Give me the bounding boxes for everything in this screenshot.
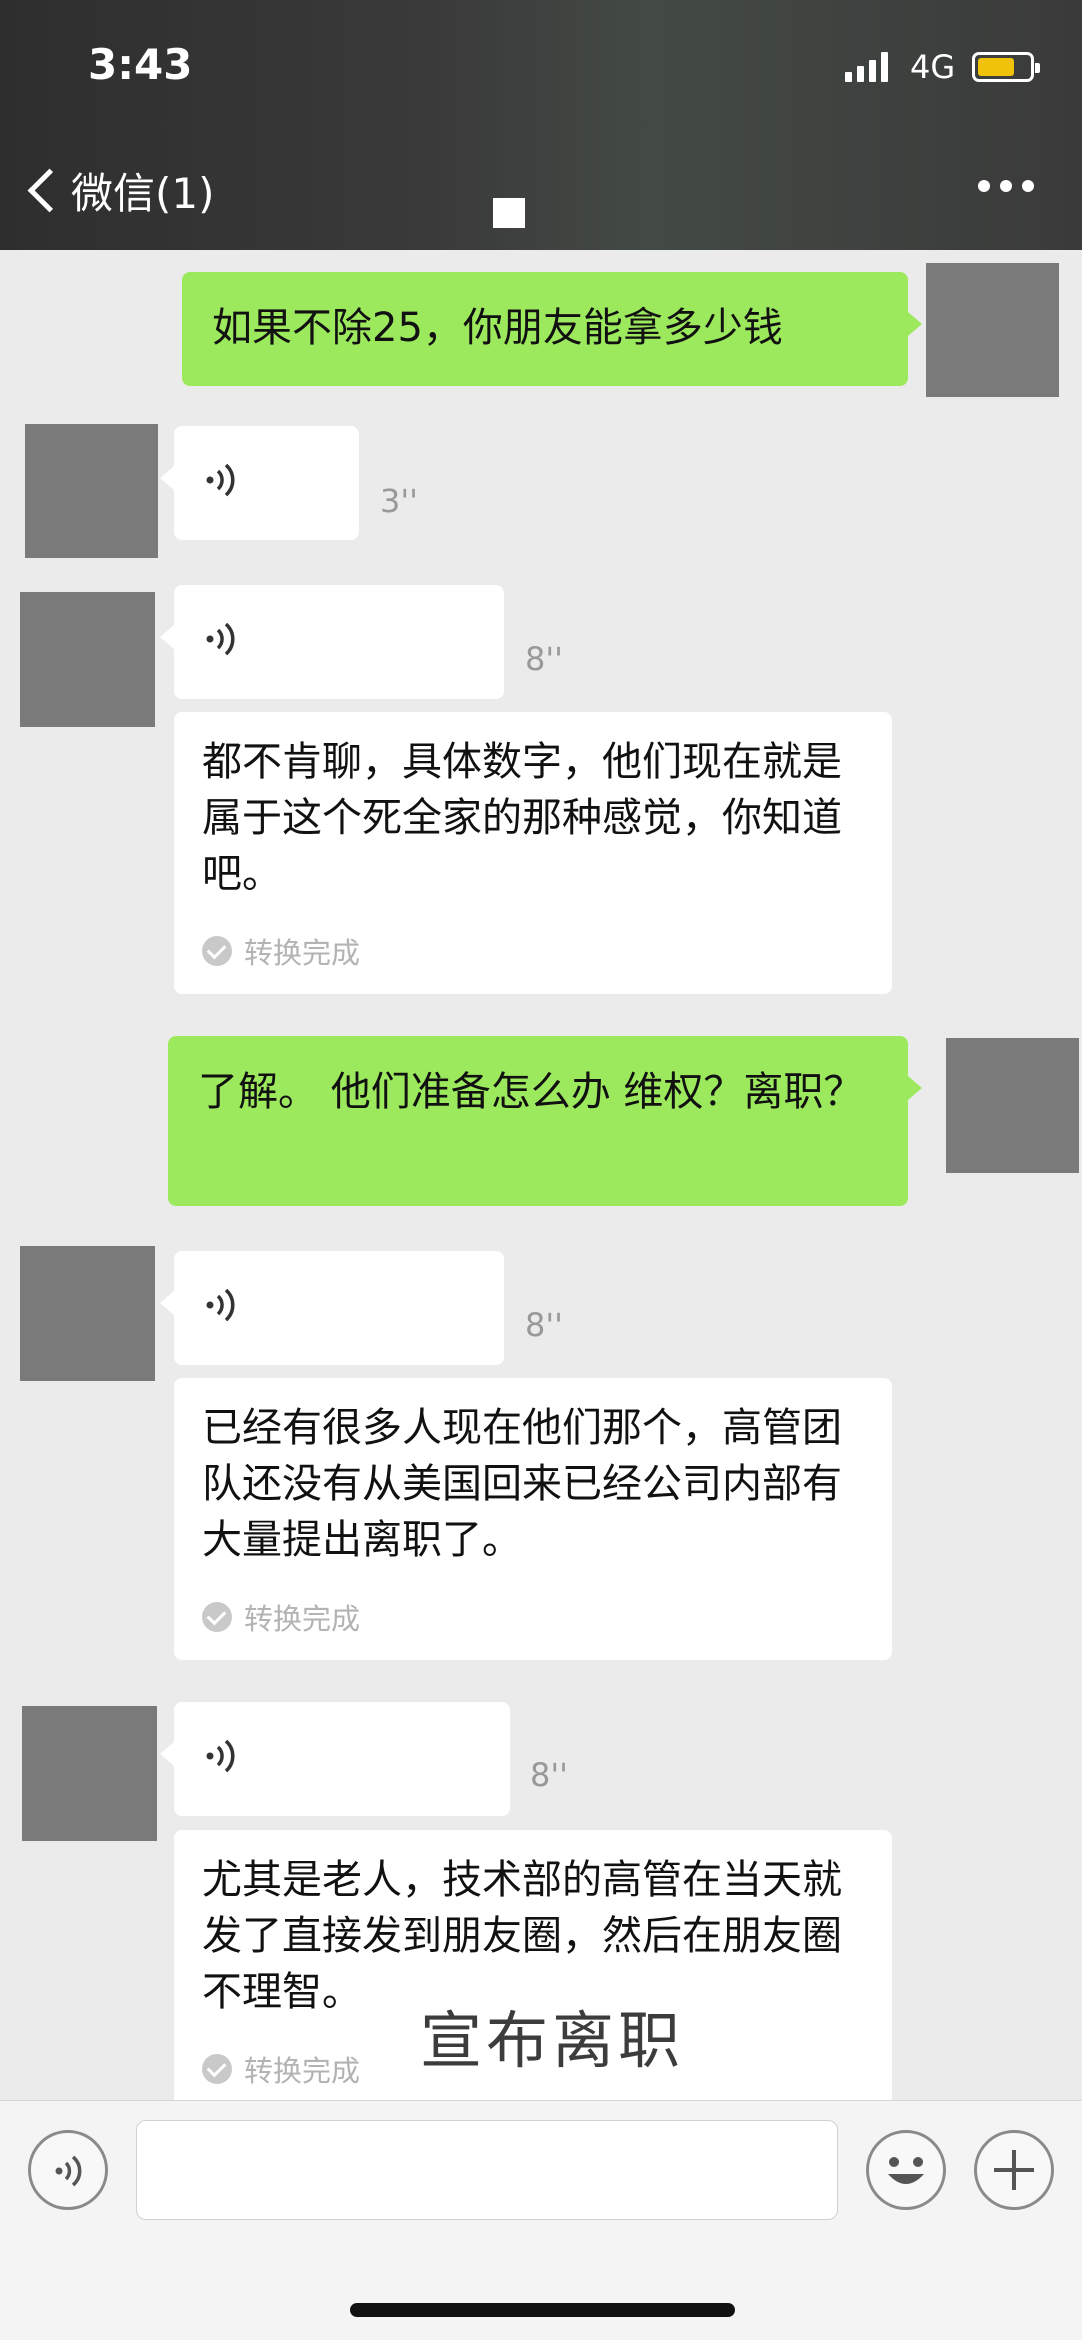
avatar-contact[interactable]: [20, 592, 155, 727]
more-icon-dot: [1000, 180, 1012, 192]
voice-message-bubble[interactable]: [160, 1702, 510, 1816]
status-time: 3:43: [88, 40, 193, 89]
status-text: 转换完成: [244, 936, 361, 970]
voice-wave-icon: [206, 463, 235, 497]
voice-wave-icon: [206, 1739, 235, 1773]
voice-wave-icon: [206, 1288, 235, 1322]
emoji-icon: [888, 2157, 924, 2184]
home-indicator[interactable]: [350, 2303, 735, 2317]
status-text: 转换完成: [244, 2054, 361, 2088]
plus-icon: [994, 2150, 1034, 2190]
voice-transcript-bubble[interactable]: 都不肯聊，具体数字，他们现在就是属于这个死全家的那种感觉，你知道吧。 转换完成: [174, 712, 892, 994]
status-text: 转换完成: [244, 1602, 361, 1636]
chevron-left-icon: [27, 168, 72, 212]
transcript-status: 转换完成: [202, 1596, 360, 1638]
sent-message-bubble[interactable]: 了解。 他们准备怎么办 维权？离职？: [168, 1036, 922, 1206]
sent-message-bubble[interactable]: 如果不除25，你朋友能拿多少钱: [182, 272, 922, 386]
caption-overlay: 宣布离职: [420, 2004, 685, 2077]
voice-message-bubble[interactable]: [160, 426, 359, 540]
avatar-self[interactable]: [946, 1038, 1079, 1173]
message-input[interactable]: [136, 2120, 838, 2220]
chat-title-redacted: [493, 198, 525, 228]
more-options-button[interactable]: [978, 180, 1034, 192]
transcript-status: 转换完成: [202, 2048, 360, 2090]
avatar-contact[interactable]: [22, 1706, 157, 1841]
transcript-text: 都不肯聊，具体数字，他们现在就是属于这个死全家的那种感觉，你知道吧。: [202, 739, 842, 897]
voice-transcript-bubble[interactable]: 已经有很多人现在他们那个，高管团队还没有从美国回来已经公司内部有大量提出离职了。…: [174, 1378, 892, 1660]
avatar-contact[interactable]: [25, 424, 158, 558]
network-type: 4G: [910, 48, 956, 86]
voice-wave-icon: [55, 2155, 82, 2187]
transcript-text: 已经有很多人现在他们那个，高管团队还没有从美国回来已经公司内部有大量提出离职了。: [202, 1405, 842, 1563]
more-icon-dot: [1022, 180, 1034, 192]
battery-icon: [972, 52, 1040, 82]
transcript-status: 转换完成: [202, 930, 360, 972]
voice-input-button[interactable]: [28, 2130, 108, 2210]
back-button[interactable]: 微信(1): [20, 160, 215, 220]
back-label: 微信(1): [71, 168, 215, 218]
check-circle-icon: [202, 1602, 232, 1632]
voice-wave-icon: [206, 622, 235, 656]
check-circle-icon: [202, 2054, 232, 2084]
avatar-contact[interactable]: [20, 1246, 155, 1381]
voice-duration: 8'': [525, 640, 563, 678]
message-text: 了解。 他们准备怎么办 维权？离职？: [198, 1069, 864, 1115]
voice-message-bubble[interactable]: [160, 1251, 504, 1365]
voice-duration: 8'': [530, 1756, 568, 1794]
voice-duration: 3'': [380, 482, 418, 520]
check-circle-icon: [202, 936, 232, 966]
message-text: 如果不除25，你朋友能拿多少钱: [212, 305, 783, 351]
emoji-button[interactable]: [866, 2130, 946, 2210]
more-icon-dot: [978, 180, 990, 192]
voice-message-bubble[interactable]: [160, 585, 504, 699]
avatar-self[interactable]: [926, 263, 1059, 397]
more-actions-button[interactable]: [974, 2130, 1054, 2210]
voice-duration: 8'': [525, 1306, 563, 1344]
